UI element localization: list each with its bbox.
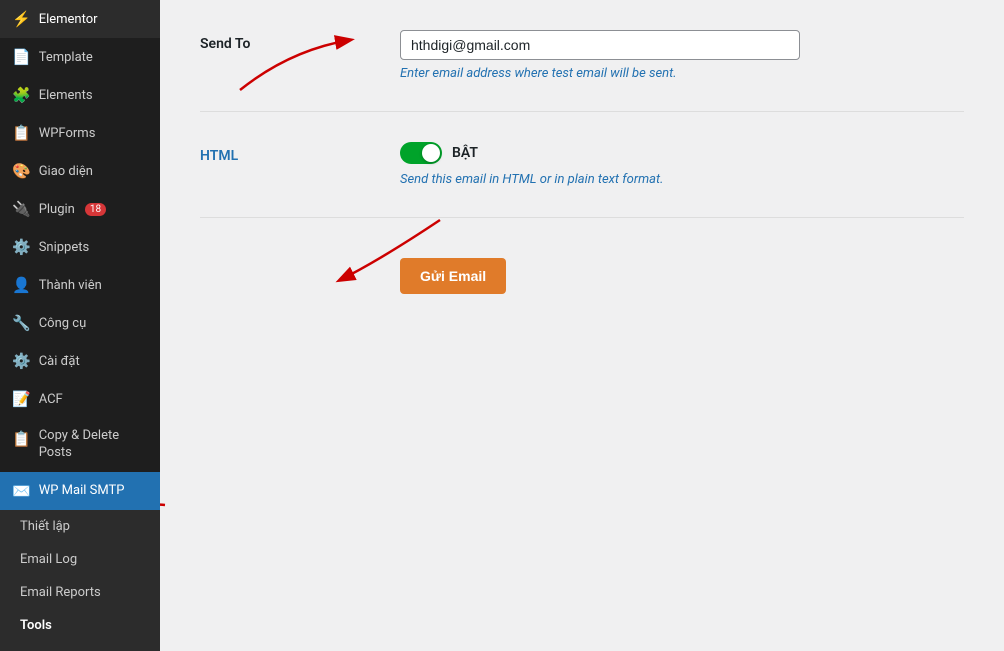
sidebar-item-label: Giao diện [39, 164, 93, 179]
cong-cu-icon: 🔧 [12, 314, 31, 332]
sidebar-item-thanh-vien[interactable]: 👤 Thành viên [0, 266, 160, 304]
sidebar-item-template[interactable]: 📄 Template [0, 38, 160, 76]
arrow-email-reports [160, 490, 225, 570]
sidebar-item-copy-delete[interactable]: 📋 Copy & Delete Posts [0, 418, 160, 472]
sidebar-item-elementor[interactable]: ⚡ Elementor [0, 0, 160, 38]
sidebar-item-label: Elementor [39, 12, 98, 27]
plugin-icon: 🔌 [12, 200, 31, 218]
snippets-icon: ⚙️ [12, 238, 31, 256]
sidebar-submenu: Thiết lập Email Log Email Reports Tools … [0, 510, 160, 651]
sidebar-item-elements[interactable]: 🧩 Elements [0, 76, 160, 114]
send-button-row: Gửi Email [200, 248, 964, 324]
wp-mail-smtp-icon: ✉️ [12, 482, 31, 500]
send-email-button[interactable]: Gửi Email [400, 258, 506, 294]
sidebar-item-label: Plugin [39, 202, 75, 217]
plugin-badge: 18 [85, 203, 106, 216]
html-hint: Send this email in HTML or in plain text… [400, 172, 964, 187]
sidebar-submenu-gioi-thieu[interactable]: Giới thiệu [0, 642, 160, 651]
send-button-wrap: Gửi Email [400, 248, 964, 294]
sidebar-item-label: ACF [39, 392, 63, 407]
submenu-item-label: Tools [20, 618, 52, 633]
cai-dat-icon: ⚙️ [12, 352, 31, 370]
sidebar-item-label: Copy & Delete Posts [39, 428, 148, 462]
send-to-label: Send To [200, 30, 400, 52]
send-button-label: Gửi Email [420, 268, 486, 284]
sidebar-item-cai-dat[interactable]: ⚙️ Cài đặt [0, 342, 160, 380]
copy-delete-icon: 📋 [12, 428, 31, 448]
send-to-hint: Enter email address where test email wil… [400, 66, 964, 81]
sidebar-submenu-tools[interactable]: Tools [0, 609, 160, 642]
submenu-item-label: Thiết lập [20, 519, 70, 534]
sidebar-item-label: WPForms [39, 126, 96, 141]
wpforms-icon: 📋 [12, 124, 31, 142]
html-row: HTML BẬT Send this email in HTML or in p… [200, 142, 964, 218]
html-label: HTML [200, 142, 400, 164]
sidebar-item-acf[interactable]: 📝 ACF [0, 380, 160, 418]
sidebar-submenu-thiet-lap[interactable]: Thiết lập [0, 510, 160, 543]
sidebar-item-wp-mail-smtp[interactable]: ✉️ WP Mail SMTP [0, 472, 160, 510]
submenu-item-label: Email Log [20, 552, 77, 567]
sidebar-item-label: Template [39, 50, 93, 65]
sidebar-item-label: Thành viên [39, 278, 102, 293]
sidebar-item-plugin[interactable]: 🔌 Plugin 18 [0, 190, 160, 228]
submenu-item-label: Email Reports [20, 585, 101, 600]
sidebar-item-wpforms[interactable]: 📋 WPForms [0, 114, 160, 152]
sidebar-item-cong-cu[interactable]: 🔧 Công cụ [0, 304, 160, 342]
html-control: BẬT Send this email in HTML or in plain … [400, 142, 964, 187]
acf-icon: 📝 [12, 390, 31, 408]
send-to-control: Enter email address where test email wil… [400, 30, 964, 81]
sidebar-item-label: Elements [39, 88, 93, 103]
toggle-label: BẬT [452, 145, 478, 161]
send-to-input[interactable] [400, 30, 800, 60]
toggle-row: BẬT [400, 142, 964, 164]
main-content: Send To Enter email address where test e… [160, 0, 1004, 651]
sidebar-item-label: WP Mail SMTP [39, 483, 125, 498]
html-toggle[interactable] [400, 142, 442, 164]
sidebar-item-snippets[interactable]: ⚙️ Snippets [0, 228, 160, 266]
elementor-icon: ⚡ [12, 10, 31, 28]
giao-dien-icon: 🎨 [12, 162, 31, 180]
sidebar: ⚡ Elementor 📄 Template 🧩 Elements 📋 WPFo… [0, 0, 160, 651]
thanh-vien-icon: 👤 [12, 276, 31, 294]
sidebar-item-label: Công cụ [39, 316, 87, 331]
sidebar-item-giao-dien[interactable]: 🎨 Giao diện [0, 152, 160, 190]
sidebar-item-label: Cài đặt [39, 354, 80, 369]
sidebar-submenu-email-reports[interactable]: Email Reports [0, 576, 160, 609]
sidebar-item-label: Snippets [39, 240, 90, 255]
send-to-row: Send To Enter email address where test e… [200, 30, 964, 112]
sidebar-submenu-email-log[interactable]: Email Log [0, 543, 160, 576]
elements-icon: 🧩 [12, 86, 31, 104]
send-button-spacer [200, 248, 400, 254]
template-icon: 📄 [12, 48, 31, 66]
